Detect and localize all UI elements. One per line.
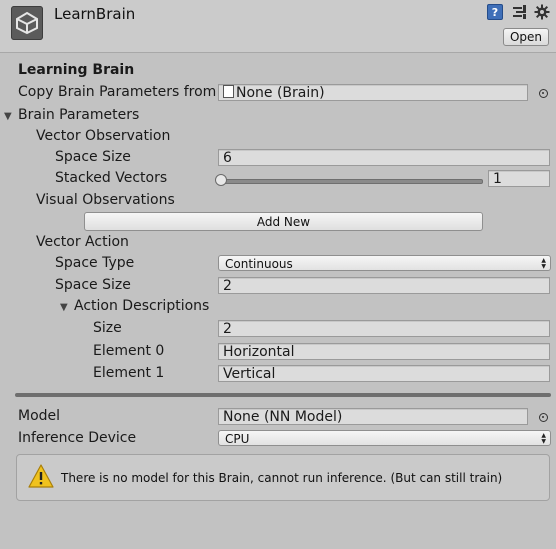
brain-parameters-heading[interactable]: Brain Parameters — [18, 107, 139, 123]
asset-title: LearnBrain — [54, 5, 136, 23]
space-size-label: Space Size — [55, 149, 131, 165]
open-button[interactable]: Open — [503, 28, 549, 46]
space-type-value: Continuous — [225, 257, 293, 271]
dropdown-arrows-icon: ▲ ▼ — [541, 432, 546, 445]
model-field[interactable]: None (NN Model) — [218, 408, 528, 425]
visual-observations-heading: Visual Observations — [36, 192, 175, 208]
action-space-size-label: Space Size — [55, 277, 131, 293]
copy-brain-label: Copy Brain Parameters from — [18, 84, 217, 100]
inference-device-label: Inference Device — [18, 430, 137, 446]
stacked-vectors-slider-thumb[interactable] — [215, 174, 227, 186]
dropdown-arrows-icon: ▲ ▼ — [541, 257, 546, 270]
size-label: Size — [93, 320, 122, 336]
space-type-dropdown[interactable]: Continuous ▲ ▼ — [218, 255, 551, 271]
inference-device-value: CPU — [225, 432, 250, 446]
space-type-label: Space Type — [55, 255, 135, 271]
model-label: Model — [18, 408, 61, 424]
vector-observation-heading: Vector Observation — [36, 128, 171, 144]
stacked-vectors-label: Stacked Vectors — [55, 170, 168, 186]
add-new-button[interactable]: Add New — [84, 212, 483, 231]
element-1-field[interactable]: Vertical — [218, 365, 550, 382]
stacked-vectors-slider-track[interactable] — [222, 179, 483, 184]
gear-icon[interactable] — [534, 4, 550, 20]
foldout-expanded-icon[interactable]: ▼ — [4, 111, 12, 122]
learning-brain-heading: Learning Brain — [18, 62, 135, 78]
preset-icon[interactable] — [512, 4, 528, 20]
copy-brain-field[interactable]: None (Brain) — [218, 84, 528, 101]
warning-icon — [28, 464, 54, 492]
size-field[interactable]: 2 — [218, 320, 550, 337]
space-size-field[interactable]: 6 — [218, 149, 550, 166]
brain-asset-icon — [223, 85, 234, 98]
unity-logo-icon — [11, 6, 43, 40]
section-separator — [15, 393, 551, 397]
element-1-label: Element 1 — [93, 365, 165, 381]
action-space-size-field[interactable]: 2 — [218, 277, 550, 294]
inference-device-dropdown[interactable]: CPU ▲ ▼ — [218, 430, 551, 446]
help-icon[interactable]: ? — [487, 4, 503, 20]
object-picker-icon[interactable] — [539, 89, 548, 98]
action-descriptions-heading[interactable]: Action Descriptions — [74, 298, 209, 314]
helpbox-message: There is no model for this Brain, cannot… — [61, 471, 503, 485]
stacked-vectors-field[interactable]: 1 — [488, 170, 550, 187]
copy-brain-value: None (Brain) — [236, 85, 325, 101]
element-0-field[interactable]: Horizontal — [218, 343, 550, 360]
model-picker-icon[interactable] — [539, 413, 548, 422]
action-descriptions-foldout-icon[interactable]: ▼ — [60, 302, 68, 313]
element-0-label: Element 0 — [93, 343, 165, 359]
vector-action-heading: Vector Action — [36, 234, 129, 250]
